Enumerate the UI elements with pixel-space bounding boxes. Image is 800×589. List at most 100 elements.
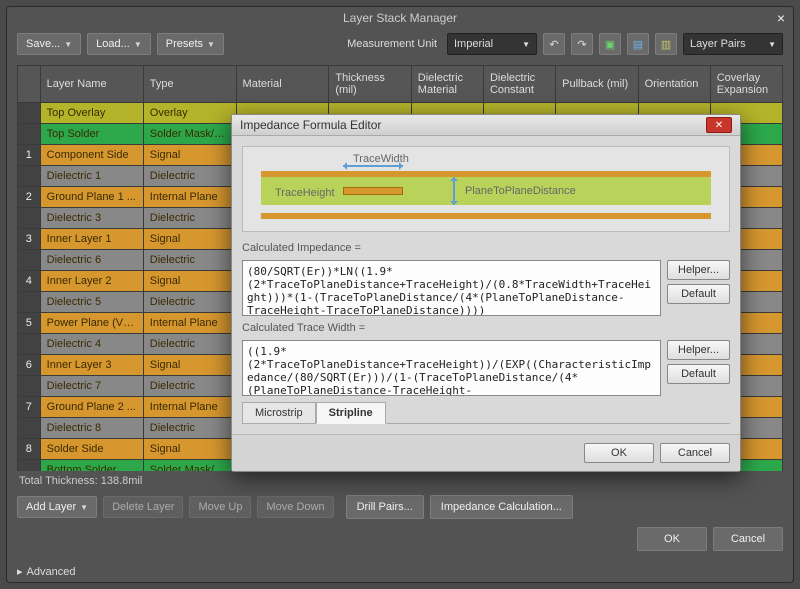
layer-type[interactable]: Dielectric (143, 292, 236, 313)
tool-icon-3[interactable]: ▥ (655, 33, 677, 55)
col-header[interactable] (18, 66, 41, 103)
layer-name[interactable]: Solder Side (40, 439, 143, 460)
helper-button-2[interactable]: Helper... (667, 340, 730, 360)
measurement-unit-select[interactable]: Imperial▼ (447, 33, 537, 55)
row-number[interactable] (18, 334, 41, 355)
undo-icon[interactable]: ↶ (543, 33, 565, 55)
row-number[interactable] (18, 208, 41, 229)
col-header[interactable]: Dielectric Material (411, 66, 483, 103)
layer-name[interactable]: Dielectric 3 (40, 208, 143, 229)
advanced-toggle[interactable]: ▸ Advanced (7, 561, 793, 582)
layer-type[interactable]: Signal (143, 271, 236, 292)
layer-type[interactable]: Solder Mask/Co... (143, 124, 236, 145)
load-button[interactable]: Load...▼ (87, 33, 151, 55)
row-number[interactable] (18, 250, 41, 271)
layer-type[interactable]: Solder Mask/Co... (143, 460, 236, 472)
row-number[interactable]: 1 (18, 145, 41, 166)
layer-type[interactable]: Internal Plane (143, 187, 236, 208)
col-header[interactable]: Type (143, 66, 236, 103)
layer-name[interactable]: Dielectric 7 (40, 376, 143, 397)
layer-name[interactable]: Component Side (40, 145, 143, 166)
col-header[interactable]: Thickness (mil) (329, 66, 411, 103)
col-header[interactable]: Pullback (mil) (556, 66, 638, 103)
layer-type[interactable]: Dielectric (143, 418, 236, 439)
layer-name[interactable]: Top Overlay (40, 103, 143, 124)
layer-type[interactable]: Signal (143, 439, 236, 460)
default-button-2[interactable]: Default (667, 364, 730, 384)
row-number[interactable] (18, 124, 41, 145)
default-button-1[interactable]: Default (667, 284, 730, 304)
col-header[interactable]: Orientation (638, 66, 710, 103)
row-number[interactable]: 7 (18, 397, 41, 418)
col-header[interactable]: Dielectric Constant (483, 66, 555, 103)
layer-type[interactable]: Dielectric (143, 376, 236, 397)
add-layer-button[interactable]: Add Layer▼ (17, 496, 97, 518)
layer-type[interactable]: Signal (143, 145, 236, 166)
calc-impedance-input[interactable] (242, 260, 661, 316)
layer-pairs-select[interactable]: Layer Pairs▼ (683, 33, 783, 55)
row-number[interactable] (18, 418, 41, 439)
row-number[interactable]: 8 (18, 439, 41, 460)
layer-name[interactable]: Dielectric 4 (40, 334, 143, 355)
layer-type[interactable]: Internal Plane (143, 313, 236, 334)
tool-icon-2[interactable]: ▤ (627, 33, 649, 55)
layer-type[interactable]: Signal (143, 355, 236, 376)
layer-name[interactable]: Inner Layer 1 (40, 229, 143, 250)
label-planedistance: PlaneToPlaneDistance (465, 185, 576, 197)
layer-name[interactable]: Inner Layer 3 (40, 355, 143, 376)
layer-name[interactable]: Top Solder (40, 124, 143, 145)
arrow-planedistance-icon (453, 177, 455, 205)
row-number[interactable] (18, 376, 41, 397)
row-number[interactable] (18, 166, 41, 187)
tab-microstrip[interactable]: Microstrip (242, 402, 316, 423)
label-tracewidth: TraceWidth (353, 153, 409, 165)
col-header[interactable]: Material (236, 66, 329, 103)
layer-type[interactable]: Internal Plane (143, 397, 236, 418)
layer-type[interactable]: Signal (143, 229, 236, 250)
modal-close-icon[interactable]: ✕ (706, 117, 732, 133)
layer-type[interactable]: Dielectric (143, 208, 236, 229)
row-number[interactable]: 2 (18, 187, 41, 208)
row-number[interactable]: 5 (18, 313, 41, 334)
tab-stripline[interactable]: Stripline (316, 402, 386, 424)
layer-type[interactable]: Dielectric (143, 250, 236, 271)
layer-name[interactable]: Dielectric 6 (40, 250, 143, 271)
layer-type[interactable]: Dielectric (143, 334, 236, 355)
layer-name[interactable]: Dielectric 1 (40, 166, 143, 187)
tool-icon-1[interactable]: ▣ (599, 33, 621, 55)
layer-name[interactable]: Power Plane (VC... (40, 313, 143, 334)
row-number[interactable]: 6 (18, 355, 41, 376)
save-button[interactable]: Save...▼ (17, 33, 81, 55)
drill-pairs-button[interactable]: Drill Pairs... (346, 495, 424, 519)
layer-name[interactable]: Dielectric 8 (40, 418, 143, 439)
move-down-button[interactable]: Move Down (257, 496, 333, 518)
row-number[interactable]: 4 (18, 271, 41, 292)
layer-type[interactable]: Dielectric (143, 166, 236, 187)
delete-layer-button[interactable]: Delete Layer (103, 496, 183, 518)
cancel-button[interactable]: Cancel (713, 527, 783, 551)
measurement-unit-label: Measurement Unit (347, 38, 437, 50)
col-header[interactable]: Coverlay Expansion (710, 66, 782, 103)
layer-name[interactable]: Inner Layer 2 (40, 271, 143, 292)
close-icon[interactable]: × (777, 10, 785, 26)
layer-name[interactable]: Dielectric 5 (40, 292, 143, 313)
layer-name[interactable]: Bottom Solder (40, 460, 143, 472)
row-number[interactable]: 3 (18, 229, 41, 250)
impedance-calc-button[interactable]: Impedance Calculation... (430, 495, 573, 519)
redo-icon[interactable]: ↷ (571, 33, 593, 55)
layer-name[interactable]: Ground Plane 2 ... (40, 397, 143, 418)
move-up-button[interactable]: Move Up (189, 496, 251, 518)
status-thickness: Total Thickness: 138.8mil (7, 471, 793, 491)
modal-cancel-button[interactable]: Cancel (660, 443, 730, 463)
modal-ok-button[interactable]: OK (584, 443, 654, 463)
ok-button[interactable]: OK (637, 527, 707, 551)
row-number[interactable] (18, 103, 41, 124)
helper-button-1[interactable]: Helper... (667, 260, 730, 280)
calc-tracewidth-input[interactable] (242, 340, 661, 396)
layer-name[interactable]: Ground Plane 1 ... (40, 187, 143, 208)
row-number[interactable] (18, 292, 41, 313)
layer-type[interactable]: Overlay (143, 103, 236, 124)
col-header[interactable]: Layer Name (40, 66, 143, 103)
presets-button[interactable]: Presets▼ (157, 33, 224, 55)
row-number[interactable] (18, 460, 41, 472)
